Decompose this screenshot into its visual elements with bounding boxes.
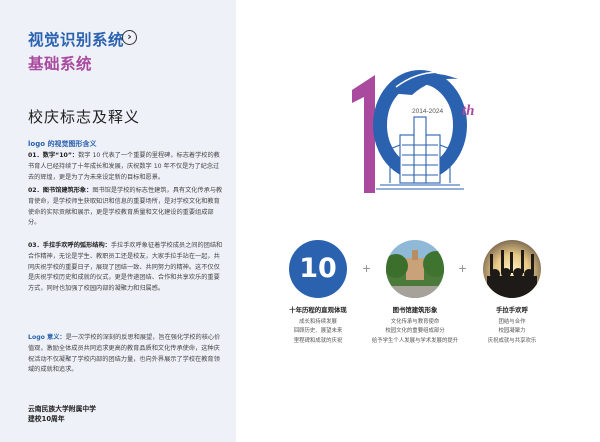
logo-digit-one (352, 75, 375, 193)
item-paragraph-3: 03．手拉手欢呼的弧形结构：手拉手欢呼象征着学校成员之间的团结和合作精神，无论是… (28, 241, 223, 295)
anniversary-logo: 2014-2024 th (352, 70, 475, 193)
item-paragraph-1: 01．数字“10”：数字 10 代表了一个重要的里程碑，标志着学校的教书育人已经… (28, 151, 223, 183)
footer: 云南民族大学附属中学 建校10周年 (28, 405, 96, 424)
ten-years-badge: 10 (289, 240, 347, 298)
footer-anniversary: 建校10周年 (28, 414, 65, 423)
logo-years: 2014-2024 (412, 108, 443, 115)
section-subtitle: logo 的视觉图形含义 (28, 140, 97, 148)
logo-suffix: th (462, 103, 475, 119)
item-head: 02．图书馆建筑形象： (28, 187, 93, 194)
section-title: 校庆标志及释义 (28, 108, 141, 126)
footer-school: 云南民族大学附属中学 (28, 405, 96, 413)
item-head: 03．手拉手欢呼的弧形结构： (28, 242, 111, 249)
feature-title: 图书馆建筑形象 (392, 306, 438, 314)
item-paragraph-2: 02．图书馆建筑形象：图书馆是学校的标志性建筑，具有文化传承与教育使命，是学校师… (28, 186, 223, 229)
chevron-right-icon[interactable]: › (122, 30, 137, 45)
item-head: 01．数字“10”： (28, 152, 79, 159)
plus-icon: + (362, 262, 372, 275)
feature-title: 手拉手欢呼 (496, 306, 528, 314)
text-panel: 视觉识别系统 › 基础系统 校庆标志及释义 logo 的视觉图形含义 01．数字… (0, 0, 236, 442)
meaning-head: Logo 意义： (28, 334, 66, 341)
page-title: 视觉识别系统 (28, 31, 125, 49)
feature-title: 十年历程的直观体现 (289, 306, 347, 314)
hands-cheering-photo (483, 240, 541, 298)
meaning-paragraph: Logo 意义：是一次学校的深刻的反思和展望，旨在强化学校的核心价值观，激励全体… (28, 333, 223, 376)
feature-desc: 成长和持续发展 回顾历史、展望未来 里程碑和成就的庆祝 (293, 319, 343, 344)
page-subtitle: 基础系统 (28, 55, 93, 73)
feature-desc: 团结与合作 校园凝聚力 庆祝成就与共享欢乐 (487, 319, 537, 344)
plus-icon: + (458, 262, 468, 275)
item-text: 手拉手欢呼象征着学校成员之间的团结和合作精神，无论是学生、教职员工还是校友，大家… (28, 242, 223, 293)
feature-desc: 文化传承与教育使命 校园文化的重要组成部分 给予学生个人发展与学术发展的提升 (371, 319, 459, 344)
library-photo (386, 240, 444, 298)
